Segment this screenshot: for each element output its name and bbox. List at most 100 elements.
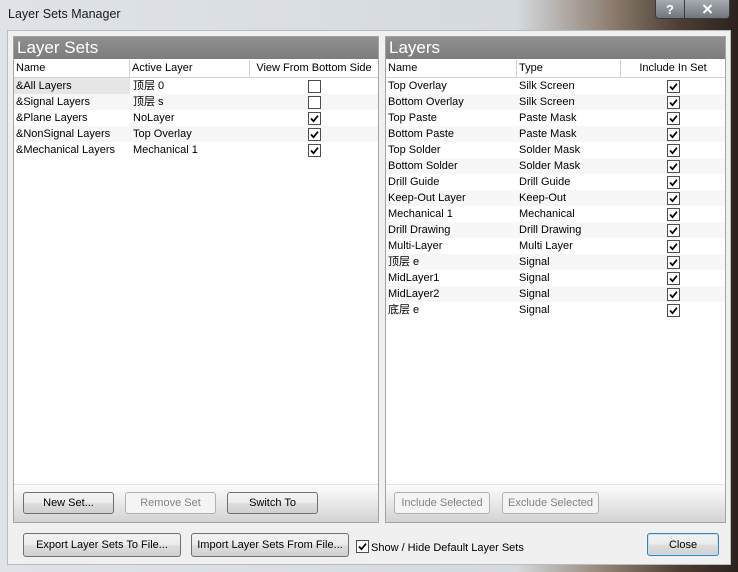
view-from-bottom-checkbox[interactable]	[307, 143, 321, 157]
layer-type: Mechanical	[519, 208, 575, 220]
include-in-set-checkbox[interactable]	[666, 95, 680, 109]
remove-set-button[interactable]: Remove Set	[125, 492, 216, 514]
layer-type: Signal	[519, 304, 550, 316]
layer-row[interactable]: MidLayer2 Signal	[386, 286, 725, 302]
layer-row[interactable]: MidLayer1 Signal	[386, 270, 725, 286]
layer-row[interactable]: Multi-Layer Multi Layer	[386, 238, 725, 254]
layer-row[interactable]: Bottom Paste Paste Mask	[386, 126, 725, 142]
include-in-set-checkbox[interactable]	[666, 271, 680, 285]
column-header-layer-name[interactable]: Name	[386, 60, 517, 77]
view-from-bottom-checkbox[interactable]	[307, 79, 321, 93]
column-header-type[interactable]: Type	[517, 60, 621, 77]
view-from-bottom-checkbox[interactable]	[307, 127, 321, 141]
include-in-set-checkbox[interactable]	[666, 143, 680, 157]
help-button[interactable]: ?	[655, 0, 685, 19]
check-icon	[668, 242, 678, 251]
layer-type: Paste Mask	[519, 128, 577, 140]
include-in-set-checkbox[interactable]	[666, 239, 680, 253]
include-in-set-checkbox[interactable]	[666, 255, 680, 269]
layer-set-name: &All Layers	[14, 78, 130, 94]
check-icon	[668, 178, 678, 187]
layer-row[interactable]: Drill Drawing Drill Drawing	[386, 222, 725, 238]
window-close-button[interactable]	[684, 0, 730, 19]
layer-name: MidLayer2	[388, 288, 440, 300]
layer-name: Mechanical 1	[388, 208, 453, 220]
layer-name: Top Overlay	[388, 80, 447, 92]
view-from-bottom-checkbox-cell	[250, 78, 378, 94]
include-in-set-checkbox-cell	[621, 206, 725, 222]
layer-name: MidLayer1	[388, 272, 440, 284]
include-in-set-checkbox[interactable]	[666, 303, 680, 317]
switch-to-button[interactable]: Switch To	[227, 492, 318, 514]
layer-row[interactable]: Top Solder Solder Mask	[386, 142, 725, 158]
import-layer-sets-button[interactable]: Import Layer Sets From File...	[191, 533, 349, 557]
column-header-view-from-bottom[interactable]: View From Bottom Side	[250, 60, 378, 77]
column-header-active-layer[interactable]: Active Layer	[130, 60, 250, 77]
layer-row[interactable]: Top Paste Paste Mask	[386, 110, 725, 126]
layer-type: Drill Drawing	[519, 224, 582, 236]
include-in-set-checkbox[interactable]	[666, 127, 680, 141]
exclude-selected-button[interactable]: Exclude Selected	[502, 492, 599, 514]
layer-name: Bottom Paste	[388, 128, 455, 140]
close-button[interactable]: Close	[647, 533, 719, 556]
include-in-set-checkbox-cell	[621, 78, 725, 94]
include-in-set-checkbox[interactable]	[666, 207, 680, 221]
new-set-button[interactable]: New Set...	[23, 492, 114, 514]
include-in-set-checkbox[interactable]	[666, 111, 680, 125]
view-from-bottom-checkbox[interactable]	[307, 111, 321, 125]
check-icon	[668, 114, 678, 123]
include-in-set-checkbox[interactable]	[666, 287, 680, 301]
check-icon	[668, 306, 678, 315]
layer-name: Multi-Layer	[388, 240, 443, 252]
layer-row[interactable]: 顶层 e Signal	[386, 254, 725, 270]
layer-set-active-layer: Top Overlay	[133, 128, 192, 140]
layer-sets-button-bar: New Set... Remove Set Switch To	[14, 484, 378, 522]
include-in-set-checkbox[interactable]	[666, 191, 680, 205]
layer-row[interactable]: Top Overlay Silk Screen	[386, 78, 725, 94]
layer-row[interactable]: Bottom Solder Solder Mask	[386, 158, 725, 174]
layer-set-active-layer: 顶层 0	[133, 80, 165, 92]
layer-row[interactable]: Keep-Out Layer Keep-Out	[386, 190, 725, 206]
include-in-set-checkbox[interactable]	[666, 223, 680, 237]
layer-set-active-layer: Mechanical 1	[133, 144, 198, 156]
include-in-set-checkbox-cell	[621, 238, 725, 254]
layer-sets-column-header: Name Active Layer View From Bottom Side	[14, 60, 378, 78]
include-in-set-checkbox-cell	[621, 158, 725, 174]
view-from-bottom-checkbox-cell	[250, 110, 378, 126]
layer-row[interactable]: Mechanical 1 Mechanical	[386, 206, 725, 222]
layer-name: Top Paste	[388, 112, 437, 124]
layer-row[interactable]: Drill Guide Drill Guide	[386, 174, 725, 190]
layer-set-row[interactable]: &Signal Layers 顶层 s	[14, 94, 378, 110]
include-in-set-checkbox-cell	[621, 110, 725, 126]
export-layer-sets-button[interactable]: Export Layer Sets To File...	[23, 533, 181, 557]
show-hide-default-checkbox[interactable]	[356, 540, 369, 553]
include-in-set-checkbox-cell	[621, 222, 725, 238]
layer-type: Solder Mask	[519, 160, 581, 172]
include-in-set-checkbox[interactable]	[666, 175, 680, 189]
check-icon	[668, 162, 678, 171]
layer-row[interactable]: Bottom Overlay Silk Screen	[386, 94, 725, 110]
layers-list[interactable]: Top Overlay Silk Screen Bottom Overlay Silk…	[386, 78, 725, 318]
layer-name: 顶层 e	[388, 256, 420, 268]
layer-set-row[interactable]: &All Layers 顶层 0	[14, 78, 378, 94]
layer-name: Drill Drawing	[388, 224, 451, 236]
layer-set-row[interactable]: &Mechanical Layers Mechanical 1	[14, 142, 378, 158]
include-in-set-checkbox-cell	[621, 254, 725, 270]
column-header-include-in-set[interactable]: Include In Set	[621, 60, 725, 77]
include-in-set-checkbox[interactable]	[666, 79, 680, 93]
check-icon	[668, 274, 678, 283]
title-bar[interactable]: Layer Sets Manager ?	[0, 0, 738, 30]
include-selected-button[interactable]: Include Selected	[394, 492, 490, 514]
view-from-bottom-checkbox[interactable]	[307, 95, 321, 109]
include-in-set-checkbox-cell	[621, 126, 725, 142]
layer-row[interactable]: 底层 e Signal	[386, 302, 725, 318]
include-in-set-checkbox[interactable]	[666, 159, 680, 173]
show-hide-default-label[interactable]: Show / Hide Default Layer Sets	[371, 541, 524, 555]
layer-type: Signal	[519, 272, 550, 284]
column-header-name[interactable]: Name	[14, 60, 130, 77]
layer-set-row[interactable]: &NonSignal Layers Top Overlay	[14, 126, 378, 142]
check-icon	[668, 98, 678, 107]
layer-sets-list[interactable]: &All Layers 顶层 0 &Signal Layers 顶层 s &Plane …	[14, 78, 378, 158]
check-icon	[668, 194, 678, 203]
layer-set-row[interactable]: &Plane Layers NoLayer	[14, 110, 378, 126]
